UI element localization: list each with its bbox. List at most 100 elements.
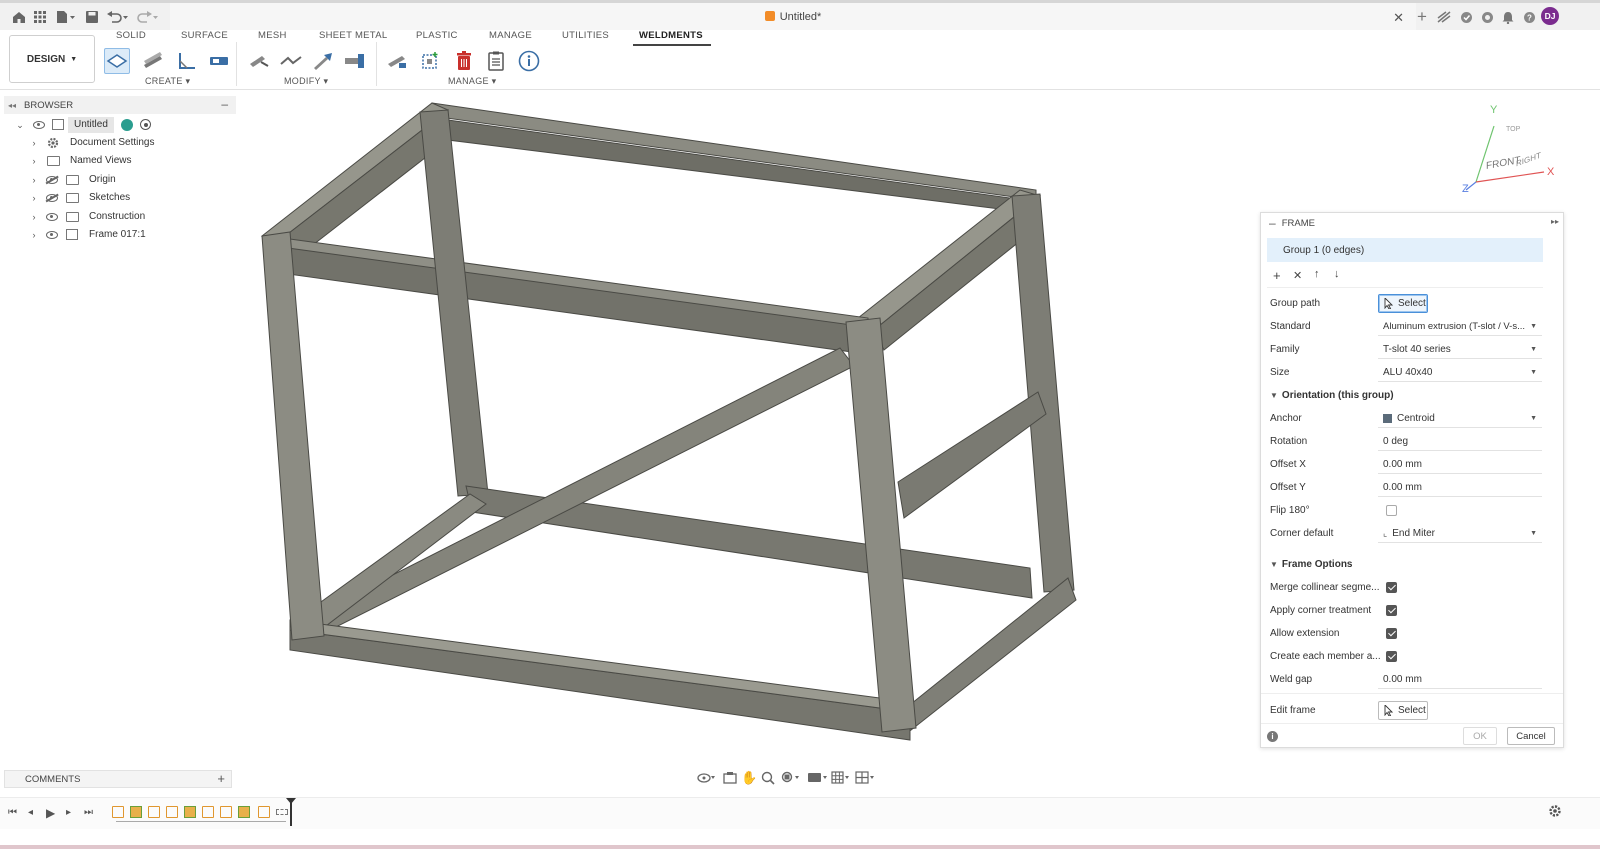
grid-apps-icon[interactable] — [32, 9, 48, 25]
file-menu-icon[interactable] — [55, 9, 77, 25]
tab-solid[interactable]: SOLID — [116, 30, 146, 46]
timeline-sketch-icon[interactable] — [112, 806, 124, 818]
pan-hand-icon[interactable]: ✋ — [741, 770, 757, 786]
allow-extension-checkbox[interactable] — [1386, 628, 1397, 639]
members-list-tool-icon[interactable] — [384, 48, 410, 74]
add-comment-icon[interactable]: + — [217, 771, 225, 786]
fit-icon[interactable] — [781, 771, 801, 788]
visibility-eye-icon[interactable] — [46, 213, 58, 221]
chevron-down-icon[interactable]: ⌄ — [16, 120, 24, 130]
new-tab-icon[interactable]: + — [1414, 7, 1430, 26]
timeline-sketch-icon[interactable] — [220, 806, 232, 818]
timeline-sketch-icon[interactable] — [258, 806, 270, 818]
angle-profile-tool-icon[interactable] — [174, 48, 200, 74]
comments-bar[interactable]: COMMENTS + — [4, 770, 232, 788]
redo-icon[interactable] — [136, 9, 160, 25]
online-status-icon[interactable] — [1479, 9, 1495, 25]
timeline-sketch-icon[interactable] — [202, 806, 214, 818]
hidden-eye-icon[interactable] — [46, 194, 58, 202]
model-viewport[interactable] — [238, 92, 1258, 762]
info-icon[interactable]: i — [1267, 731, 1278, 742]
visibility-eye-icon[interactable] — [46, 231, 58, 239]
user-avatar[interactable]: DJ — [1541, 7, 1559, 25]
tree-item-document-settings[interactable]: › Document Settings — [0, 134, 200, 152]
viewports-icon[interactable] — [855, 771, 877, 788]
delete-tool-icon[interactable] — [451, 48, 477, 74]
remove-group-icon[interactable]: ✕ — [1293, 269, 1302, 282]
create-each-member-checkbox[interactable] — [1386, 651, 1397, 662]
zoom-icon[interactable] — [761, 771, 775, 788]
tab-mesh[interactable]: MESH — [258, 30, 287, 46]
flip-checkbox[interactable] — [1386, 505, 1397, 516]
frame-options-section-header[interactable]: ▼ Frame Options — [1270, 559, 1353, 570]
anchor-dropdown[interactable]: Centroid ▼ — [1378, 409, 1542, 428]
merge-collinear-checkbox[interactable] — [1386, 582, 1397, 593]
orientation-section-header[interactable]: ▼ Orientation (this group) — [1270, 390, 1394, 401]
tree-item-construction[interactable]: › Construction — [0, 208, 200, 226]
add-group-icon[interactable]: + — [1273, 268, 1281, 283]
info-tool-icon[interactable] — [516, 48, 542, 74]
chevron-right-icon[interactable]: › — [30, 212, 38, 222]
expand-dialog-icon[interactable]: ▸▸ — [1551, 217, 1559, 226]
close-tab-icon[interactable]: ✕ — [1393, 10, 1404, 26]
home-icon[interactable] — [11, 9, 27, 25]
orbit-icon[interactable] — [697, 771, 717, 788]
collapse-dialog-icon[interactable]: – — [1269, 216, 1276, 230]
chevron-right-icon[interactable]: › — [30, 156, 38, 166]
frame-model[interactable] — [260, 102, 1077, 741]
tab-utilities[interactable]: UTILITIES — [562, 30, 609, 46]
timeline-group-icon[interactable] — [276, 809, 288, 815]
cut-list-tool-icon[interactable] — [483, 48, 509, 74]
save-icon[interactable] — [84, 9, 100, 25]
active-component-radio-icon[interactable] — [140, 119, 151, 130]
frame-plane-tool-icon[interactable] — [104, 48, 130, 74]
display-settings-icon[interactable] — [807, 771, 829, 788]
help-icon[interactable]: ? — [1521, 9, 1537, 25]
tree-item-sketches[interactable]: › Sketches — [0, 189, 200, 207]
move-down-icon[interactable]: ↓ — [1334, 268, 1340, 280]
tab-manage[interactable]: MANAGE — [489, 30, 532, 46]
modify-group-label[interactable]: MODIFY ▾ — [284, 76, 328, 87]
play-icon[interactable]: ▶ — [46, 806, 55, 820]
trim-tool-icon[interactable] — [246, 48, 272, 74]
activate-component-icon[interactable] — [121, 119, 133, 131]
chevron-right-icon[interactable]: › — [30, 193, 38, 203]
standard-dropdown[interactable]: Aluminum extrusion (T-slot / V-s... ▼ — [1378, 317, 1542, 336]
chevron-right-icon[interactable]: › — [30, 138, 38, 148]
cope-tool-icon[interactable] — [342, 48, 368, 74]
ok-button[interactable]: OK — [1463, 727, 1497, 745]
weld-gap-input[interactable]: 0.00 mm — [1378, 670, 1542, 689]
bounding-box-tool-icon[interactable] — [417, 48, 443, 74]
document-tab[interactable]: Untitled* ✕ — [170, 3, 1416, 31]
tab-plastic[interactable]: PLASTIC — [416, 30, 458, 46]
tree-item-frame[interactable]: › Frame 017:1 — [0, 226, 200, 244]
look-at-icon[interactable] — [723, 771, 737, 788]
minimize-browser-icon[interactable]: – — [221, 97, 228, 111]
corner-default-dropdown[interactable]: ⌞ End Miter ▼ — [1378, 524, 1542, 543]
manage-group-label[interactable]: MANAGE ▾ — [448, 76, 496, 87]
tree-item-origin[interactable]: › Origin — [0, 171, 200, 189]
timeline-sketch-icon[interactable] — [148, 806, 160, 818]
offset-y-input[interactable]: 0.00 mm — [1378, 478, 1542, 497]
tab-weldments[interactable]: WELDMENTS — [633, 30, 711, 46]
timeline-settings-gear-icon[interactable] — [1548, 804, 1562, 821]
group-list-item[interactable]: Group 1 (0 edges) — [1267, 238, 1543, 262]
timeline-extrude-icon[interactable] — [184, 806, 196, 818]
group-path-select-button[interactable]: Select — [1378, 294, 1428, 313]
frame-member-tool-icon[interactable] — [140, 48, 166, 74]
apply-corner-treatment-checkbox[interactable] — [1386, 605, 1397, 616]
miter-tool-icon[interactable] — [278, 48, 304, 74]
edit-frame-select-button[interactable]: Select — [1378, 701, 1428, 720]
tab-surface[interactable]: SURFACE — [181, 30, 228, 46]
go-to-end-icon[interactable]: ⏭ — [84, 807, 93, 818]
profile-box-tool-icon[interactable] — [206, 48, 232, 74]
size-dropdown[interactable]: ALU 40x40 ▼ — [1378, 363, 1542, 382]
tree-item-named-views[interactable]: › Named Views — [0, 152, 200, 170]
collapse-browser-icon[interactable]: ◂◂ — [8, 101, 16, 110]
timeline-extrude-icon[interactable] — [130, 806, 142, 818]
grid-settings-icon[interactable] — [831, 771, 851, 788]
timeline-extrude-icon[interactable] — [238, 806, 250, 818]
extend-tool-icon[interactable] — [310, 48, 336, 74]
undo-icon[interactable] — [106, 9, 130, 25]
tree-root[interactable]: ⌄ Untitled — [0, 116, 160, 134]
